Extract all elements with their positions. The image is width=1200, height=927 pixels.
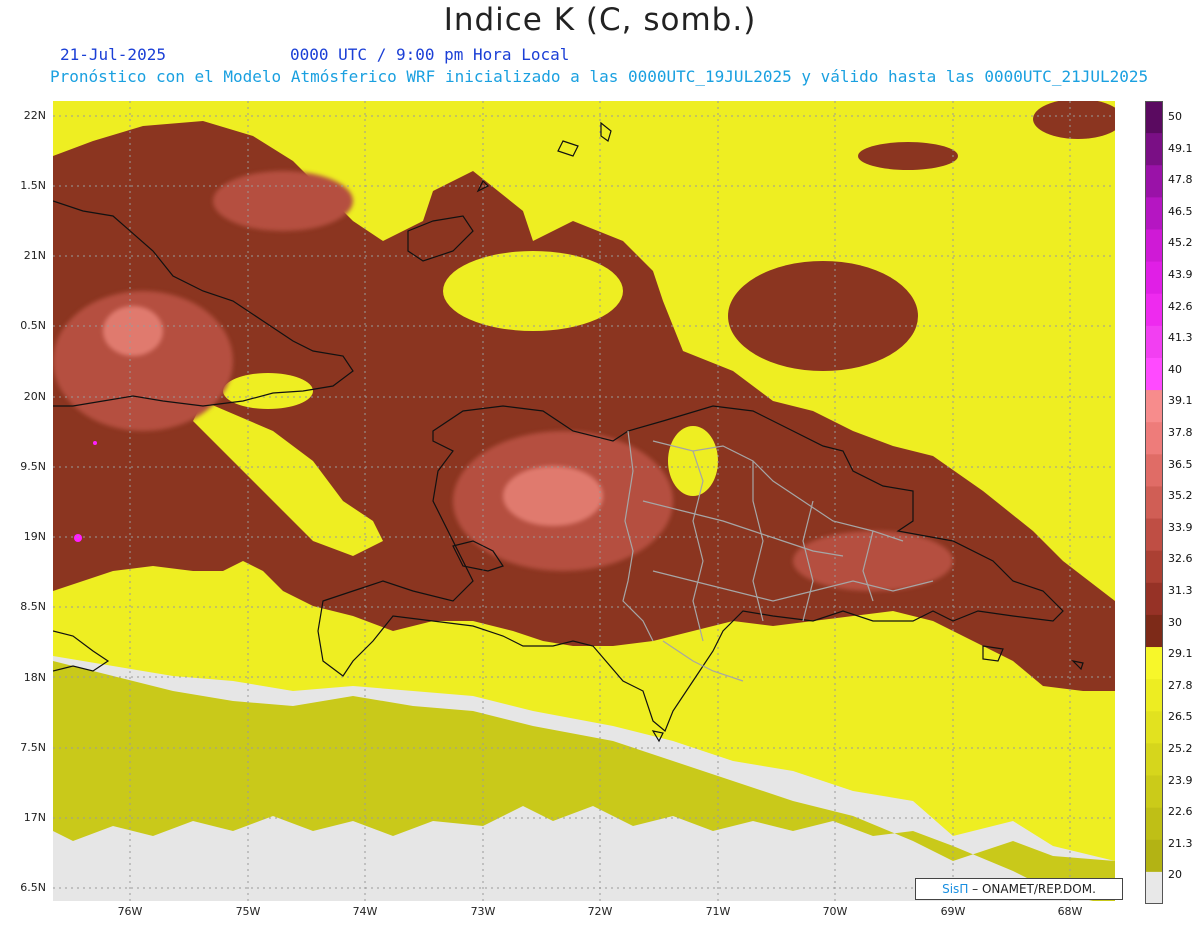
colorbar	[1145, 101, 1163, 904]
colorbar-label: 45.2	[1168, 236, 1193, 250]
colorbar-segment	[1145, 133, 1163, 166]
magenta-spot-2	[93, 441, 97, 445]
lat-label-17-5n: 7.5N	[20, 741, 46, 754]
colorbar-segment	[1145, 807, 1163, 841]
colorbar-segment	[1145, 261, 1163, 295]
colorbar-label: 42.6	[1168, 299, 1193, 313]
lat-label-21-5n: 1.5N	[20, 179, 46, 192]
credit-sis: SisΠ	[942, 882, 969, 896]
colorbar-segment	[1145, 454, 1163, 487]
colorbar-label: 39.1	[1168, 394, 1193, 408]
colorbar-label: 23.9	[1168, 773, 1193, 787]
colorbar-segment	[1145, 711, 1163, 744]
colorbar-segment	[1145, 839, 1163, 873]
lat-label-20-5n: 0.5N	[20, 319, 46, 332]
forecast-date: 21-Jul-2025	[60, 45, 166, 64]
lat-label-22n: 22N	[23, 109, 46, 122]
lat-label-16-5n: 6.5N	[20, 881, 46, 894]
lon-label-75w: 75W	[235, 905, 261, 918]
lat-label-18-5n: 8.5N	[20, 600, 46, 613]
colorbar-label: 41.3	[1168, 331, 1193, 345]
colorbar-segment	[1145, 582, 1163, 616]
colorbar-segment	[1145, 614, 1163, 648]
colorbar-label: 26.5	[1168, 710, 1193, 724]
colorbar-label: 35.2	[1168, 489, 1193, 503]
colorbar-label: 50	[1168, 110, 1182, 123]
colorbar-label: 31.3	[1168, 584, 1193, 597]
pink-hot-west	[103, 306, 163, 356]
colorbar-label: 27.8	[1168, 678, 1193, 692]
colorbar-label: 33.9	[1168, 520, 1193, 534]
colorbar-segment	[1145, 165, 1163, 198]
colorbar-segment	[1145, 679, 1163, 712]
colorbar-segment	[1145, 518, 1163, 552]
colorbar-label: 25.2	[1168, 742, 1193, 755]
lat-label-18n: 18N	[23, 671, 46, 684]
credit-box: SisΠ – ONAMET/REP.DOM.	[915, 878, 1123, 900]
forecast-time: 0000 UTC / 9:00 pm Hora Local	[290, 45, 570, 64]
colorbar-segment	[1145, 550, 1163, 584]
colorbar-label: 49.1	[1168, 141, 1193, 155]
lon-label-70w: 70W	[822, 905, 848, 918]
lat-label-17n: 17N	[23, 811, 46, 824]
colorbar-segment	[1145, 101, 1163, 134]
colorbar-segment	[1145, 422, 1163, 455]
high-k-blob-n	[858, 142, 958, 170]
colorbar-label: 37.8	[1168, 426, 1193, 439]
lon-label-76w: 76W	[117, 905, 143, 918]
colorbar-segment	[1145, 647, 1163, 680]
lat-label-21n: 21N	[23, 249, 46, 262]
yellow-patch-north	[443, 251, 623, 331]
colorbar-segment	[1145, 871, 1163, 904]
lon-label-72w: 72W	[587, 905, 613, 918]
colorbar-label: 22.6	[1168, 805, 1193, 819]
colorbar-segment	[1145, 197, 1163, 230]
lon-label-74w: 74W	[352, 905, 378, 918]
pink-core-nw	[213, 171, 353, 231]
colorbar-label: 30	[1168, 615, 1182, 629]
lon-label-71w: 71W	[705, 905, 731, 918]
lon-label-68w: 68W	[1057, 905, 1083, 918]
colorbar-label: 47.8	[1168, 173, 1193, 187]
credit-org: – ONAMET/REP.DOM.	[972, 882, 1096, 896]
colorbar-segment	[1145, 486, 1163, 520]
colorbar-label: 43.9	[1168, 268, 1193, 281]
colorbar-label: 40	[1168, 362, 1182, 376]
lon-label-73w: 73W	[470, 905, 496, 918]
magenta-spot-1	[74, 534, 82, 542]
colorbar-label: 20	[1168, 868, 1182, 882]
colorbar-segment	[1145, 390, 1163, 423]
lat-label-19-5n: 9.5N	[20, 460, 46, 473]
colorbar-label: 46.5	[1168, 204, 1193, 218]
lat-label-19n: 19N	[23, 530, 46, 543]
colorbar-segment	[1145, 325, 1163, 359]
colorbar-segment	[1145, 775, 1163, 809]
lon-label-69w: 69W	[940, 905, 966, 918]
colorbar-label: 32.6	[1168, 552, 1193, 566]
colorbar-label: 21.3	[1168, 836, 1193, 850]
lat-label-20n: 20N	[23, 390, 46, 403]
forecast-description: Pronóstico con el Modelo Atmósferico WRF…	[50, 67, 1149, 86]
colorbar-segment	[1145, 357, 1163, 391]
colorbar-segment	[1145, 229, 1163, 263]
colorbar-label: 29.1	[1168, 647, 1193, 661]
map-title: Indice K (C, somb.)	[443, 2, 757, 38]
yellow-patch-center	[668, 426, 718, 496]
pink-hot-hispaniola	[503, 466, 603, 526]
colorbar-label: 36.5	[1168, 457, 1193, 471]
colorbar-segment	[1145, 293, 1163, 327]
k-index-map	[53, 101, 1115, 901]
colorbar-segment	[1145, 743, 1163, 777]
high-k-blob-east	[728, 261, 918, 371]
